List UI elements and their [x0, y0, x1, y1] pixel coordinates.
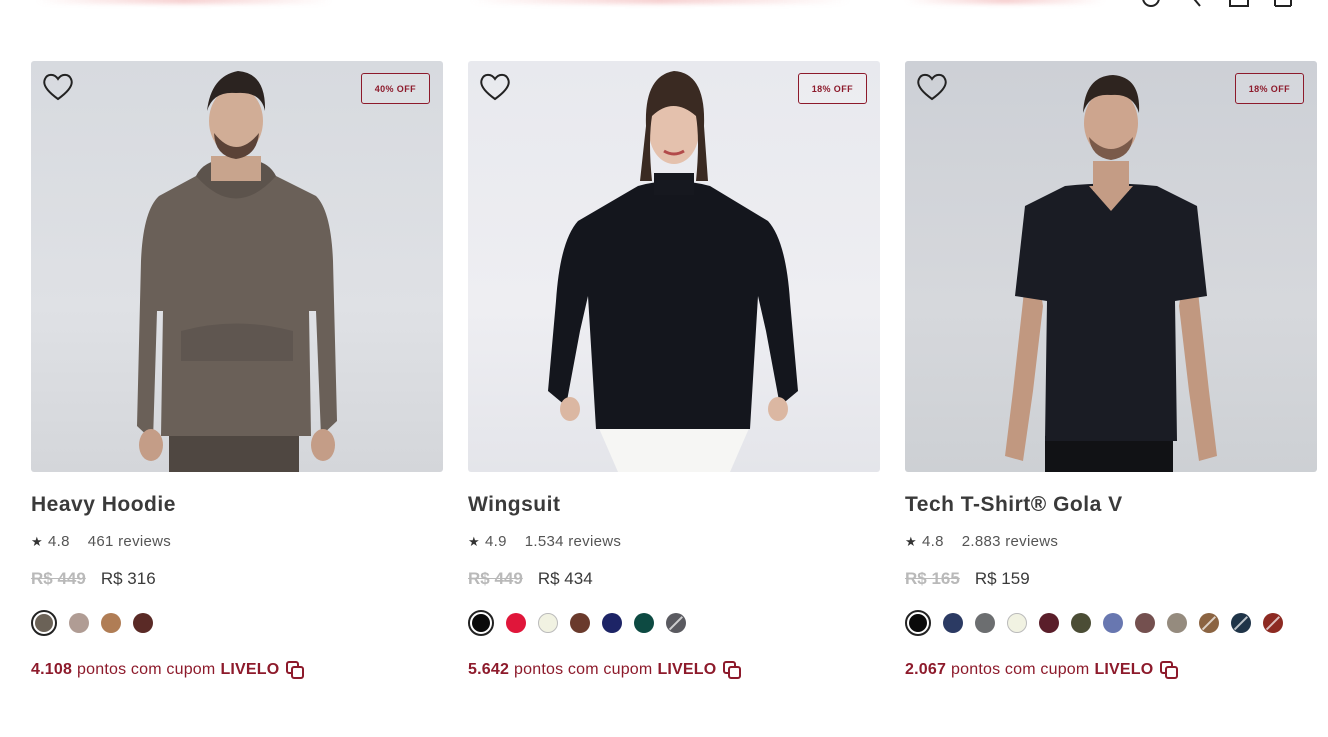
price-row: R$ 165 R$ 159 — [905, 569, 1317, 589]
loyalty-points-row: 5.642 pontos com cupom LIVELO — [468, 660, 880, 680]
color-swatch[interactable] — [31, 610, 57, 636]
account-icon[interactable] — [1140, 0, 1162, 8]
color-swatch[interactable] — [1039, 613, 1059, 633]
discount-badge: 40% OFF — [360, 73, 430, 104]
points-text: pontos com cupom — [951, 661, 1090, 678]
color-swatch[interactable] — [1071, 613, 1091, 633]
color-swatches — [31, 610, 443, 636]
color-swatches — [468, 610, 880, 636]
color-swatch[interactable] — [506, 613, 526, 633]
color-swatch-fill — [909, 614, 927, 632]
color-swatch[interactable] — [1007, 613, 1027, 633]
discount-badge: 18% OFF — [1234, 73, 1304, 104]
hoodie-model-image — [137, 71, 337, 472]
star-icon: ★ — [468, 533, 480, 549]
copy-icon[interactable] — [1159, 660, 1179, 680]
points-value: 4.108 — [31, 661, 73, 678]
product-card[interactable]: 18% OFF Wingsuit ★ 4.9 1.534 reviews R$ … — [468, 61, 880, 680]
current-price: R$ 434 — [537, 569, 593, 588]
product-card[interactable]: 18% OFF Tech T-Shirt® Gola V ★ 4.8 2.883… — [905, 61, 1317, 680]
favorite-heart-icon[interactable] — [478, 72, 512, 102]
product-title[interactable]: Wingsuit — [468, 493, 880, 517]
color-swatch-fill — [35, 614, 53, 632]
color-swatch[interactable] — [101, 613, 121, 633]
copy-icon[interactable] — [722, 660, 742, 680]
price-row: R$ 449 R$ 434 — [468, 569, 880, 589]
price-row: R$ 449 R$ 316 — [31, 569, 443, 589]
search-icon[interactable] — [1184, 0, 1206, 8]
rating-row: ★ 4.8 2.883 reviews — [905, 533, 1317, 550]
points-value: 5.642 — [468, 661, 510, 678]
header-fade — [36, 0, 332, 4]
color-swatch[interactable] — [602, 613, 622, 633]
color-swatches — [905, 610, 1317, 636]
color-swatch[interactable] — [975, 613, 995, 633]
product-image[interactable]: 40% OFF — [31, 61, 443, 472]
rating-row: ★ 4.9 1.534 reviews — [468, 533, 880, 550]
color-swatch[interactable] — [1199, 613, 1219, 633]
coupon-code: LIVELO — [657, 661, 717, 678]
header-fade — [905, 0, 1105, 4]
product-card[interactable]: 40% OFF Heavy Hoodie ★ 4.8 461 reviews R… — [31, 61, 443, 680]
favorite-heart-icon[interactable] — [41, 72, 75, 102]
old-price: R$ 165 — [905, 569, 960, 588]
sweater-model-image — [548, 71, 798, 472]
points-value: 2.067 — [905, 661, 947, 678]
current-price: R$ 316 — [100, 569, 156, 588]
review-count[interactable]: 1.534 reviews — [525, 533, 621, 550]
color-swatch[interactable] — [1135, 613, 1155, 633]
color-swatch[interactable] — [570, 613, 590, 633]
color-swatch[interactable] — [538, 613, 558, 633]
loyalty-points-row: 4.108 pontos com cupom LIVELO — [31, 660, 443, 680]
product-image[interactable]: 18% OFF — [905, 61, 1317, 472]
discount-badge: 18% OFF — [797, 73, 867, 104]
header-fade — [470, 0, 850, 4]
color-swatch[interactable] — [634, 613, 654, 633]
color-swatch[interactable] — [1263, 613, 1283, 633]
color-swatch[interactable] — [1103, 613, 1123, 633]
product-title[interactable]: Tech T-Shirt® Gola V — [905, 493, 1317, 517]
loyalty-points-row: 2.067 pontos com cupom LIVELO — [905, 660, 1317, 680]
review-count[interactable]: 2.883 reviews — [962, 533, 1058, 550]
color-swatch[interactable] — [133, 613, 153, 633]
rating-value: 4.8 — [47, 533, 70, 550]
top-strip — [0, 0, 1328, 14]
header-icons — [1140, 0, 1294, 8]
color-swatch[interactable] — [666, 613, 686, 633]
points-text: pontos com cupom — [77, 661, 216, 678]
coupon-code: LIVELO — [220, 661, 280, 678]
color-swatch[interactable] — [69, 613, 89, 633]
current-price: R$ 159 — [974, 569, 1030, 588]
product-grid: 40% OFF Heavy Hoodie ★ 4.8 461 reviews R… — [31, 61, 1317, 680]
product-image[interactable]: 18% OFF — [468, 61, 880, 472]
favorite-heart-icon[interactable] — [915, 72, 949, 102]
color-swatch-fill — [472, 614, 490, 632]
color-swatch[interactable] — [1167, 613, 1187, 633]
rating-row: ★ 4.8 461 reviews — [31, 533, 443, 550]
copy-icon[interactable] — [285, 660, 305, 680]
bag-icon[interactable] — [1228, 0, 1250, 8]
tshirt-model-image — [1005, 75, 1217, 472]
color-swatch[interactable] — [943, 613, 963, 633]
coupon-code: LIVELO — [1094, 661, 1154, 678]
points-text: pontos com cupom — [514, 661, 653, 678]
product-title[interactable]: Heavy Hoodie — [31, 493, 443, 517]
cart-icon[interactable] — [1272, 0, 1294, 8]
star-icon: ★ — [905, 533, 917, 549]
star-icon: ★ — [31, 533, 43, 549]
color-swatch[interactable] — [905, 610, 931, 636]
color-swatch[interactable] — [468, 610, 494, 636]
old-price: R$ 449 — [31, 569, 86, 588]
review-count[interactable]: 461 reviews — [88, 533, 171, 550]
rating-value: 4.9 — [484, 533, 507, 550]
color-swatch[interactable] — [1231, 613, 1251, 633]
old-price: R$ 449 — [468, 569, 523, 588]
rating-value: 4.8 — [921, 533, 944, 550]
